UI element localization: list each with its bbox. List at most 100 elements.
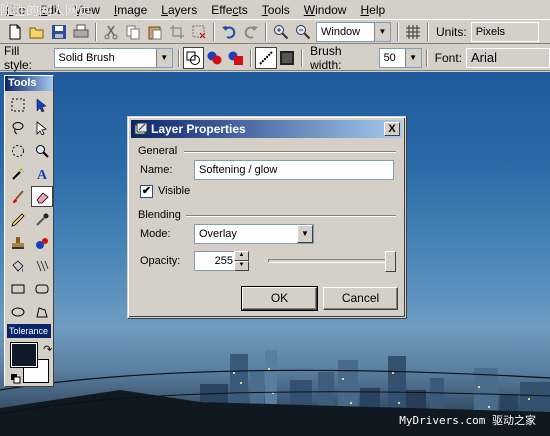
reset-colors-icon[interactable]	[11, 373, 21, 384]
blend-overwrite-icon[interactable]	[226, 47, 247, 69]
blending-group-label: Blending	[138, 209, 181, 221]
opacity-input[interactable]: 255	[194, 251, 236, 271]
chevron-down-icon[interactable]: ▼	[404, 48, 421, 67]
blend-mode-select[interactable]: Overlay ▼	[194, 224, 314, 244]
swap-colors-icon[interactable]: ↷	[43, 343, 52, 356]
blending-divider	[186, 215, 396, 217]
primary-color[interactable]	[10, 342, 38, 368]
menu-layers[interactable]: Layers	[154, 3, 204, 17]
general-divider	[184, 151, 396, 153]
main-toolbar: Window ▼ Units: Pixels	[0, 19, 550, 44]
watermark-bottom: MyDrivers.com 驱动之家	[399, 414, 536, 427]
print-icon[interactable]	[70, 21, 92, 43]
menu-help[interactable]: Help	[353, 3, 392, 17]
layer-properties-dialog: Layer Properties X General Name: Softeni…	[127, 116, 406, 318]
zoom-out-icon[interactable]	[292, 21, 314, 43]
close-button[interactable]: X	[384, 122, 400, 136]
tools-title: Tools	[5, 76, 53, 91]
svg-text:A: A	[37, 168, 48, 181]
color-picker-icon[interactable]	[31, 209, 53, 230]
opacity-spinner[interactable]: ▲ ▼	[234, 251, 249, 271]
save-icon[interactable]	[48, 21, 70, 43]
layer-properties-icon	[134, 122, 148, 135]
opacity-slider-thumb[interactable]	[385, 251, 396, 272]
properties-toolbar: Fill style: Solid Brush ▼ Brush width: 5…	[0, 43, 550, 72]
gradient-icon[interactable]	[31, 255, 53, 276]
dialog-title-bar[interactable]: Layer Properties X	[131, 120, 402, 138]
zoom-in-icon[interactable]	[270, 21, 292, 43]
brush-width-value: 50	[383, 51, 396, 64]
blend-normal-icon[interactable]	[204, 47, 225, 69]
rectangle-shape-icon[interactable]	[7, 278, 29, 299]
window-combo-value: Window	[321, 25, 361, 38]
grid-icon[interactable]	[402, 21, 424, 43]
font-label: Font:	[434, 50, 462, 65]
chevron-down-icon[interactable]: ▼	[297, 225, 313, 243]
rounded-rectangle-icon[interactable]	[31, 278, 53, 299]
eraser-icon[interactable]	[31, 186, 53, 207]
color-swatches: ↷	[7, 341, 52, 385]
fill-style-label: Fill style:	[4, 43, 33, 72]
blend-mode-value: Overlay	[199, 228, 237, 240]
visible-checkbox[interactable]: ✔	[140, 185, 153, 198]
tolerance-label[interactable]: Tolerance	[7, 324, 51, 338]
units-combo[interactable]: Pixels	[470, 21, 539, 42]
antialias-icon[interactable]	[182, 46, 205, 69]
alpha-blending-icon[interactable]	[277, 47, 298, 69]
ellipse-select-icon[interactable]	[7, 140, 29, 161]
units-value: Pixels	[475, 25, 506, 38]
general-group-label: General	[138, 145, 178, 157]
cut-icon[interactable]	[100, 21, 122, 43]
units-label: Units:	[436, 24, 467, 39]
freeform-shape-icon[interactable]	[31, 301, 53, 322]
lasso-select-icon[interactable]	[7, 117, 29, 138]
zoom-icon[interactable]	[31, 140, 53, 161]
font-combo[interactable]: Arial	[466, 47, 550, 68]
copy-icon[interactable]	[122, 21, 144, 43]
pencil-icon[interactable]	[7, 209, 29, 230]
layer-name-input[interactable]: Softening / glow	[194, 160, 394, 180]
clone-stamp-icon[interactable]	[7, 232, 29, 253]
watermark-top: 陈胜的网人网页	[0, 3, 92, 18]
menu-window[interactable]: Window	[297, 3, 354, 17]
rectangle-select-icon[interactable]	[7, 94, 29, 115]
dialog-title: Layer Properties	[151, 122, 246, 136]
spin-down-icon[interactable]: ▼	[234, 261, 249, 271]
move-selection-icon[interactable]	[31, 94, 53, 115]
menu-tools[interactable]: Tools	[255, 3, 297, 17]
visible-label: Visible	[158, 185, 191, 197]
brush-width-combo[interactable]: 50 ▼	[378, 47, 422, 68]
crop-icon[interactable]	[166, 21, 188, 43]
recolor-icon[interactable]	[31, 232, 53, 253]
ellipse-shape-icon[interactable]	[7, 301, 29, 322]
menu-image[interactable]: Image	[107, 3, 154, 17]
move-selected-icon[interactable]	[31, 117, 53, 138]
cancel-button[interactable]: Cancel	[323, 287, 398, 310]
chevron-down-icon[interactable]: ▼	[374, 22, 390, 41]
menu-effects[interactable]: Effects	[204, 3, 254, 17]
open-folder-icon[interactable]	[26, 21, 48, 43]
paint-bucket-icon[interactable]	[7, 255, 29, 276]
paintbrush-icon[interactable]	[7, 186, 29, 207]
font-value: Arial	[471, 50, 498, 65]
spin-up-icon[interactable]: ▲	[234, 251, 249, 261]
tools-window: Tools A Tolerance ↷	[4, 75, 54, 387]
fill-style-value: Solid Brush	[58, 51, 115, 64]
antialiasing-on-icon[interactable]	[255, 46, 277, 69]
fill-style-combo[interactable]: Solid Brush ▼	[53, 47, 173, 68]
opacity-label: Opacity:	[140, 255, 181, 267]
mode-label: Mode:	[140, 228, 171, 240]
deselect-icon[interactable]	[188, 21, 210, 43]
undo-icon[interactable]	[218, 21, 240, 43]
brush-width-label: Brush width:	[310, 43, 342, 72]
window-combo[interactable]: Window ▼	[316, 21, 391, 42]
name-label: Name:	[140, 164, 173, 176]
paste-icon[interactable]	[144, 21, 166, 43]
opacity-slider-track[interactable]	[268, 259, 396, 263]
chevron-down-icon[interactable]: ▼	[155, 48, 172, 67]
redo-icon[interactable]	[240, 21, 262, 43]
new-file-icon[interactable]	[4, 21, 26, 43]
ok-button[interactable]: OK	[241, 286, 318, 311]
text-icon[interactable]: A	[31, 163, 53, 184]
magic-wand-icon[interactable]	[7, 163, 29, 184]
